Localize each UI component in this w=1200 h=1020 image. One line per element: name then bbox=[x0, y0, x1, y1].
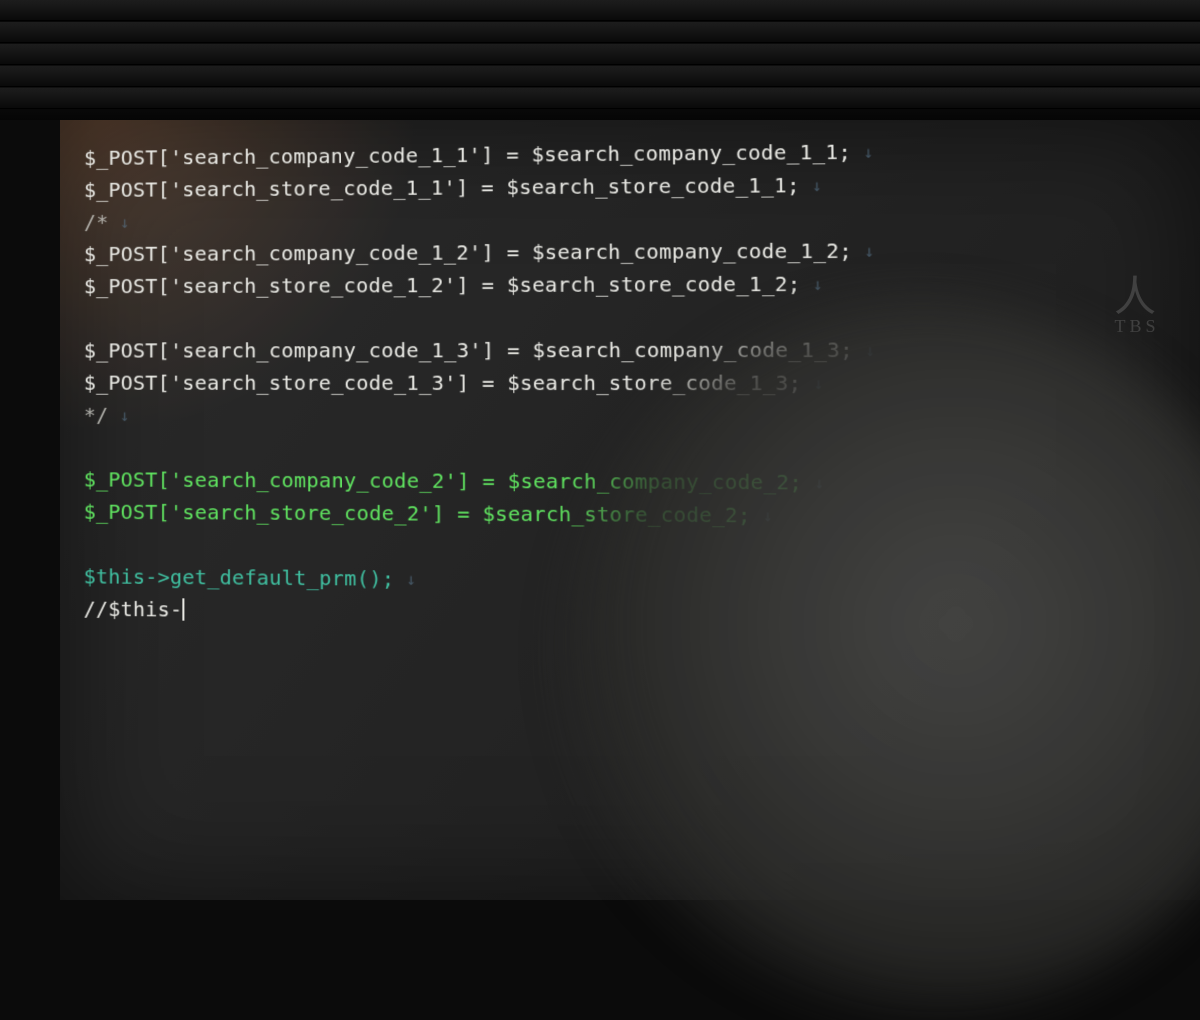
eol-marker-icon: ↓ bbox=[852, 242, 875, 261]
eol-marker-icon: ↓ bbox=[108, 407, 129, 425]
code-text: //$this- bbox=[84, 596, 183, 621]
eol-marker-icon: ↓ bbox=[851, 143, 874, 162]
code-block[interactable]: $_POST['search_company_code_1_1'] = $sea… bbox=[84, 132, 1200, 635]
code-line[interactable] bbox=[84, 299, 1200, 334]
code-line[interactable]: $_POST['search_store_code_1_3'] = $searc… bbox=[84, 366, 1200, 400]
code-text: $_POST['search_company_code_1_1'] = $sea… bbox=[84, 139, 851, 170]
code-text: */ bbox=[84, 403, 109, 427]
window-blinds bbox=[0, 0, 1200, 120]
eol-marker-icon: ↓ bbox=[853, 341, 876, 360]
code-line[interactable]: */ ↓ bbox=[84, 399, 1200, 434]
text-cursor bbox=[182, 598, 184, 620]
eol-marker-icon: ↓ bbox=[751, 507, 773, 526]
eol-marker-icon: ↓ bbox=[394, 570, 416, 589]
code-text: /* bbox=[84, 210, 109, 234]
code-text: $_POST['search_company_code_2'] = $searc… bbox=[84, 467, 803, 494]
code-text: $_POST['search_company_code_1_3'] = $sea… bbox=[84, 337, 853, 362]
code-text: $_POST['search_store_code_1_1'] = $searc… bbox=[84, 173, 800, 202]
code-line[interactable]: $_POST['search_company_code_1_3'] = $sea… bbox=[84, 333, 1200, 367]
eol-marker-icon: ↓ bbox=[801, 276, 824, 295]
code-text: $this->get_default_prm(); bbox=[84, 564, 395, 591]
code-text: $_POST['search_store_code_1_3'] = $searc… bbox=[84, 370, 802, 395]
code-editor-viewport[interactable]: $_POST['search_company_code_1_1'] = $sea… bbox=[60, 120, 1200, 900]
eol-marker-icon: ↓ bbox=[801, 375, 824, 394]
eol-marker-icon: ↓ bbox=[802, 474, 825, 493]
eol-marker-icon: ↓ bbox=[108, 214, 129, 232]
eol-marker-icon: ↓ bbox=[800, 177, 822, 196]
code-line[interactable]: $_POST['search_company_code_1_2'] = $sea… bbox=[84, 232, 1200, 270]
code-text: $_POST['search_store_code_2'] = $search_… bbox=[84, 500, 751, 528]
code-text: $_POST['search_store_code_1_2'] = $searc… bbox=[84, 271, 801, 298]
code-line[interactable]: $_POST['search_company_code_2'] = $searc… bbox=[84, 463, 1200, 500]
code-line[interactable]: $_POST['search_store_code_2'] = $search_… bbox=[84, 495, 1200, 534]
code-text: $_POST['search_company_code_1_2'] = $sea… bbox=[84, 238, 852, 266]
code-line[interactable] bbox=[84, 431, 1200, 467]
code-line[interactable]: $_POST['search_store_code_1_2'] = $searc… bbox=[84, 266, 1200, 303]
